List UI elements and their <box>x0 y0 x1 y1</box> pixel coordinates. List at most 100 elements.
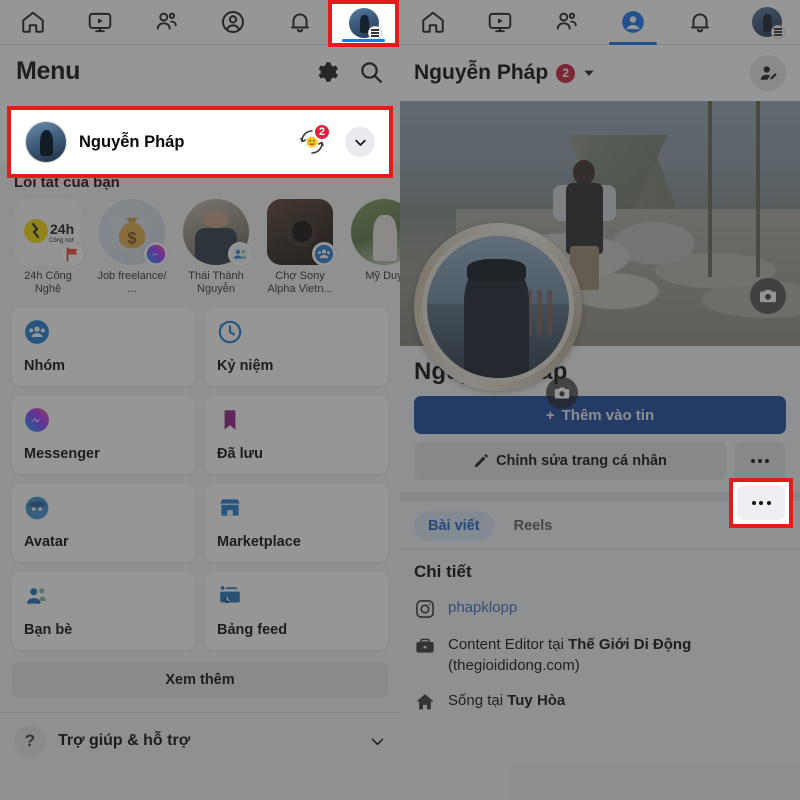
chevron-down-icon[interactable] <box>582 66 596 80</box>
avatar-menu-icon <box>751 7 785 39</box>
tab-home[interactable] <box>0 0 67 45</box>
active-tab-underline <box>342 39 385 42</box>
cover-tree <box>756 101 760 278</box>
edit-profile-label: Chỉnh sửa trang cá nhân <box>496 453 667 469</box>
add-to-story-button[interactable]: + Thêm vào tin <box>414 396 786 434</box>
tab-menu[interactable] <box>733 0 800 45</box>
video-icon <box>488 12 512 33</box>
camera-icon <box>554 387 570 399</box>
tab-profile[interactable] <box>600 0 667 45</box>
home-house-icon <box>416 694 434 710</box>
shortcut-label: Job freelance/ ... <box>97 270 167 295</box>
groups-icon <box>25 320 49 344</box>
menu-tile-messenger[interactable]: Messenger <box>12 396 195 474</box>
shortcut-label: 24h Công Nghệ <box>24 270 72 295</box>
cover-tree <box>708 101 712 278</box>
messenger-icon <box>25 408 49 432</box>
menu-tile-label: Messenger <box>24 446 100 462</box>
marketplace-store-icon <box>220 499 240 516</box>
notification-badge: 2 <box>312 123 331 141</box>
svg-text:$: $ <box>128 229 137 247</box>
shortcut-item[interactable]: $ Job freelance/ ... <box>96 199 168 296</box>
shortcuts-row[interactable]: 24h Công nghệ 24h Công Nghệ <box>0 197 400 304</box>
profile-content-tabs: Bài viết Reels <box>414 501 786 549</box>
menu-tile-avatar[interactable]: Avatar <box>12 484 195 562</box>
menu-tile-label: Bạn bè <box>24 622 73 638</box>
tab-reels[interactable]: Reels <box>500 511 567 541</box>
group-icon <box>314 244 334 264</box>
shortcut-item[interactable]: 24h Công nghệ 24h Công Nghệ <box>12 199 84 296</box>
page-flag-icon <box>66 246 77 262</box>
profile-screen: Nguyễn Pháp 2 + Thêm vào tin Chỉnh sửa t… <box>400 45 800 800</box>
profile-circle-icon <box>222 11 245 33</box>
avatar <box>25 121 67 163</box>
detail-instagram-handle[interactable]: phapklopp <box>448 597 517 618</box>
cover-camera-button[interactable] <box>750 278 786 314</box>
profile-header: Nguyễn Pháp 2 <box>400 45 800 101</box>
profile-name: Nguyễn Pháp <box>79 132 185 151</box>
tab-home[interactable] <box>400 0 467 45</box>
tab-video[interactable] <box>467 0 534 45</box>
menu-tile-label: Avatar <box>24 534 69 550</box>
menu-tile-memories[interactable]: Kỷ niệm <box>205 308 388 386</box>
bell-icon <box>291 13 310 33</box>
detail-location-text: Sống tại Tuy Hòa <box>448 690 565 711</box>
see-more-button[interactable]: Xem thêm <box>12 662 388 698</box>
shortcut-item[interactable]: Thái Thành Nguyễn <box>180 199 252 296</box>
shortcut-badge <box>228 242 252 266</box>
menu-tile-groups[interactable]: Nhóm <box>12 308 195 386</box>
help-and-support-row[interactable]: ? Trợ giúp & hỗ trợ <box>0 713 400 769</box>
video-icon <box>88 12 112 33</box>
tab-friends[interactable] <box>133 0 200 45</box>
avatar-face-icon <box>25 496 49 520</box>
shortcut-badge <box>144 242 168 266</box>
profile-avatar[interactable] <box>414 223 582 391</box>
chevron-down-icon[interactable] <box>369 733 386 750</box>
avatar-camera-button[interactable] <box>546 377 578 409</box>
friends-icon <box>556 12 577 30</box>
shortcut-thumbnail <box>351 199 400 265</box>
menu-tile-label: Kỷ niệm <box>217 358 274 374</box>
menu-tile-feed[interactable]: Bảng feed <box>205 572 388 650</box>
tab-profile[interactable] <box>200 0 267 45</box>
menu-tile-label: Marketplace <box>217 534 301 550</box>
gear-icon[interactable] <box>314 59 340 85</box>
tab-video[interactable] <box>67 0 134 45</box>
menu-tile-friends[interactable]: Bạn bè <box>12 572 195 650</box>
tab-notifications[interactable] <box>267 0 334 45</box>
screenshot-root: Menu Nguyễn Pháp 2 Lối tắt của bạn 24h C… <box>0 0 800 800</box>
add-friend-icon <box>760 65 777 80</box>
work-suffix: (thegioididong.com) <box>448 657 580 674</box>
messenger-icon <box>146 244 166 264</box>
search-icon[interactable] <box>358 59 384 85</box>
tab-friends[interactable] <box>533 0 600 45</box>
tab-notifications[interactable] <box>667 0 734 45</box>
ellipsis-icon <box>751 459 755 463</box>
add-friend-button[interactable] <box>750 55 786 91</box>
menu-tile-label: Đã lưu <box>217 446 263 462</box>
home-icon <box>422 11 445 33</box>
detail-work-text: Content Editor tại Thế Giới Di Động (the… <box>448 634 786 676</box>
expand-chevron-button[interactable] <box>345 127 375 157</box>
instagram-icon <box>416 600 434 618</box>
menu-tab-highlight-content[interactable] <box>332 3 395 43</box>
shortcut-item[interactable]: Mỹ Duy <box>348 199 400 296</box>
bookmark-icon <box>224 410 236 430</box>
right-panel-profile-screen: Nguyễn Pháp 2 + Thêm vào tin Chỉnh sửa t… <box>400 0 800 800</box>
profile-body: Nguyễn Pháp + Thêm vào tin Chỉnh sửa tra… <box>400 346 800 720</box>
edit-profile-button[interactable]: Chỉnh sửa trang cá nhân <box>414 442 726 480</box>
group-icon <box>230 244 250 264</box>
profile-row-highlight-content[interactable]: Nguyễn Pháp 2 <box>11 110 389 174</box>
profile-notification-indicator[interactable]: 2 <box>297 123 331 157</box>
menu-tile-saved[interactable]: Đã lưu <box>205 396 388 474</box>
detail-row-instagram[interactable]: phapklopp <box>414 590 786 627</box>
more-options-button-highlight-content[interactable] <box>737 486 785 520</box>
shortcut-item[interactable]: Chợ Sony Alpha Vietn... <box>264 199 336 296</box>
more-options-button[interactable] <box>734 442 786 480</box>
friends-icon <box>156 12 177 30</box>
shortcut-badge <box>60 242 84 266</box>
ellipsis-icon <box>758 459 762 463</box>
menu-tile-marketplace[interactable]: Marketplace <box>205 484 388 562</box>
tab-posts[interactable]: Bài viết <box>414 511 494 541</box>
help-label: Trợ giúp & hỗ trợ <box>58 732 191 749</box>
